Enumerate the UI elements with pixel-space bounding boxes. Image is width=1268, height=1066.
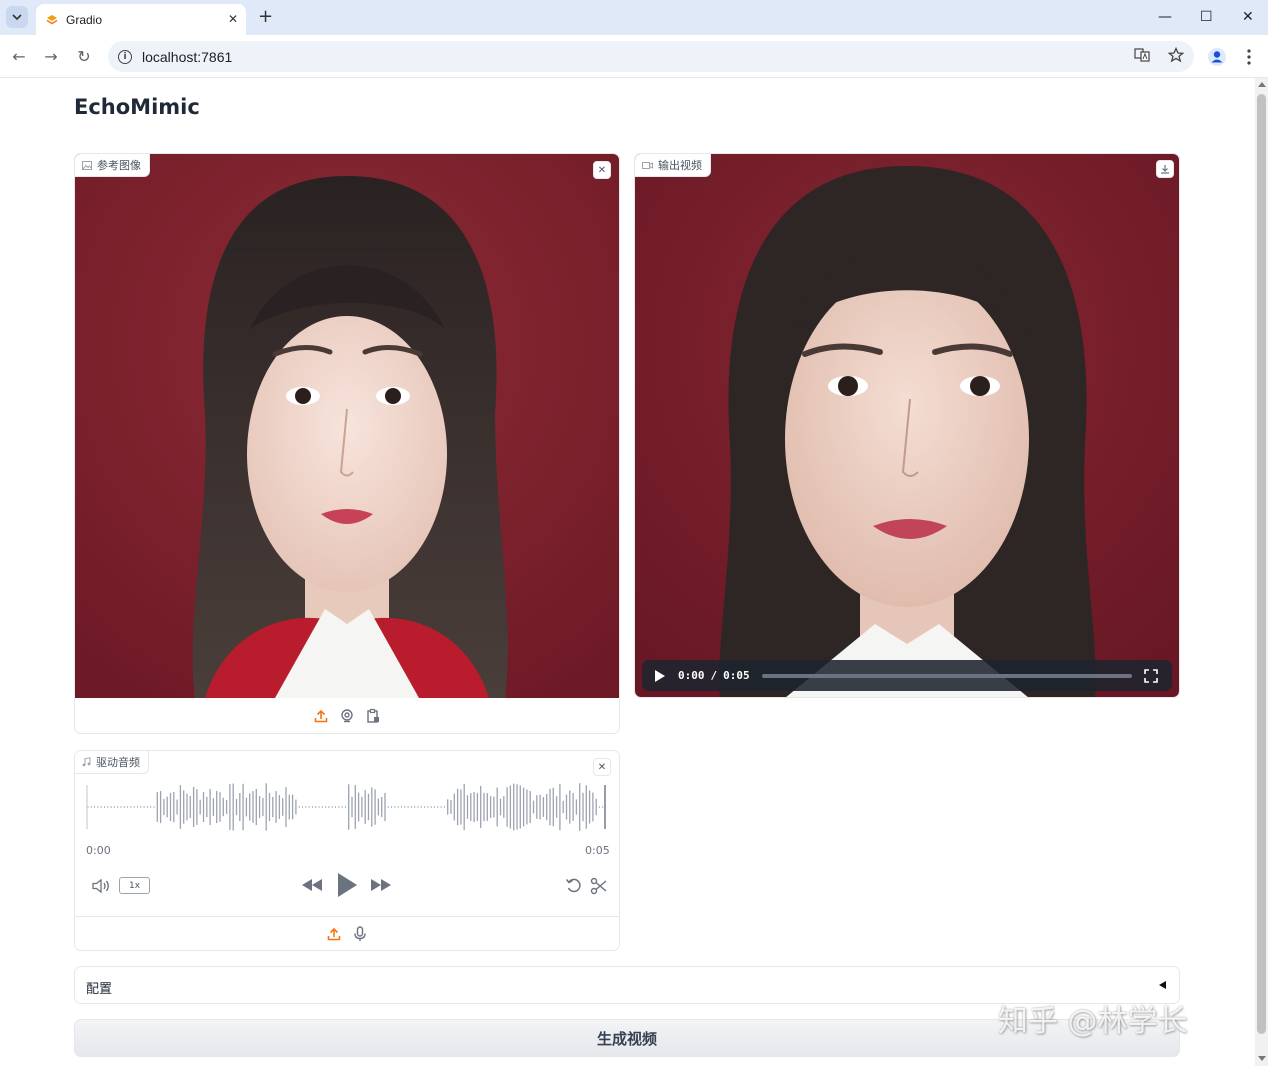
- video-current-time: 0:00: [678, 669, 705, 682]
- chevron-down-icon: [12, 13, 22, 20]
- new-tab-icon[interactable]: +: [258, 6, 273, 28]
- clipboard-icon[interactable]: [365, 708, 381, 724]
- more-menu-icon[interactable]: [1244, 48, 1254, 66]
- fast-forward-icon[interactable]: [370, 877, 392, 893]
- trim-scissors-icon[interactable]: [590, 877, 608, 895]
- reference-image-block: 参考图像 ✕: [74, 153, 620, 734]
- microphone-icon[interactable]: [352, 925, 368, 942]
- minimize-icon[interactable]: —: [1158, 6, 1172, 28]
- audio-source-toolbar: [75, 916, 619, 950]
- download-icon: [1161, 165, 1169, 174]
- clear-image-button[interactable]: ✕: [593, 161, 611, 179]
- gradio-logo-icon: [46, 14, 58, 24]
- browser-toolbar: ← → ↻ i localhost:7861: [0, 35, 1268, 78]
- output-video-label: 输出视频: [635, 154, 711, 177]
- maximize-icon[interactable]: ☐: [1200, 6, 1213, 28]
- output-video-block: 输出视频 0:00 / 0:05: [634, 153, 1180, 698]
- address-bar[interactable]: i localhost:7861: [108, 41, 1194, 72]
- output-video-frame[interactable]: [635, 154, 1179, 698]
- driving-audio-label-text: 驱动音频: [96, 756, 140, 769]
- rewind-icon[interactable]: [301, 877, 323, 893]
- download-video-button[interactable]: [1156, 160, 1174, 178]
- caret-left-icon: [1159, 981, 1166, 989]
- watermark-text: 知乎 @林学长: [998, 1004, 1188, 1039]
- app-title: EchoMimic: [74, 95, 200, 119]
- reload-icon[interactable]: ↻: [73, 45, 95, 67]
- video-duration: 0:05: [723, 669, 750, 682]
- scroll-up-arrow-icon[interactable]: [1258, 82, 1266, 87]
- fullscreen-icon[interactable]: [1143, 668, 1158, 683]
- play-icon[interactable]: [654, 669, 666, 683]
- play-icon[interactable]: [336, 872, 358, 898]
- page-scrollbar[interactable]: [1255, 78, 1268, 1066]
- driving-audio-block: 驱动音频 ✕ 0:00 0:05 1x: [74, 750, 620, 951]
- reference-image-label-text: 参考图像: [97, 159, 141, 172]
- profile-avatar-icon[interactable]: [1207, 47, 1227, 67]
- site-info-icon[interactable]: i: [118, 49, 132, 64]
- close-tab-icon[interactable]: ✕: [228, 12, 238, 26]
- close-window-icon[interactable]: ✕: [1242, 6, 1254, 28]
- upload-icon[interactable]: [326, 926, 342, 942]
- video-controls: 0:00 / 0:05: [642, 660, 1172, 691]
- browser-tab-bar: Gradio ✕ + — ☐ ✕: [0, 0, 1268, 35]
- playback-speed-button[interactable]: 1x: [119, 877, 150, 894]
- undo-icon[interactable]: [565, 877, 583, 895]
- video-time-separator: /: [710, 669, 718, 682]
- tab-search-button[interactable]: [6, 6, 28, 28]
- forward-icon[interactable]: →: [40, 45, 62, 67]
- close-icon: ✕: [597, 164, 607, 176]
- back-icon[interactable]: ←: [8, 45, 30, 67]
- tab-title: Gradio: [66, 12, 103, 27]
- webcam-icon[interactable]: [339, 708, 355, 724]
- video-camera-icon: [642, 161, 653, 169]
- bookmark-star-icon[interactable]: [1168, 47, 1184, 63]
- url-text[interactable]: localhost:7861: [142, 49, 232, 65]
- reference-portrait-image: [75, 154, 619, 698]
- image-source-toolbar: [75, 698, 619, 733]
- translate-icon[interactable]: [1134, 47, 1150, 63]
- scroll-down-arrow-icon[interactable]: [1258, 1056, 1266, 1061]
- browser-tab[interactable]: Gradio ✕: [36, 4, 246, 35]
- upload-icon[interactable]: [313, 708, 329, 724]
- reference-image-label: 参考图像: [75, 154, 150, 177]
- close-icon: ✕: [597, 761, 607, 773]
- volume-icon[interactable]: [91, 878, 111, 894]
- audio-start-time: 0:00: [86, 844, 111, 857]
- music-note-icon: [82, 757, 91, 767]
- output-video-label-text: 输出视频: [658, 159, 702, 172]
- audio-end-time: 0:05: [585, 844, 610, 857]
- audio-waveform[interactable]: [86, 781, 606, 833]
- image-icon: [82, 160, 92, 170]
- clear-audio-button[interactable]: ✕: [593, 758, 611, 776]
- video-progress-bar[interactable]: [761, 673, 1132, 678]
- scroll-thumb[interactable]: [1257, 94, 1266, 1034]
- config-accordion-label: 配置: [86, 982, 113, 997]
- driving-audio-label: 驱动音频: [75, 751, 149, 774]
